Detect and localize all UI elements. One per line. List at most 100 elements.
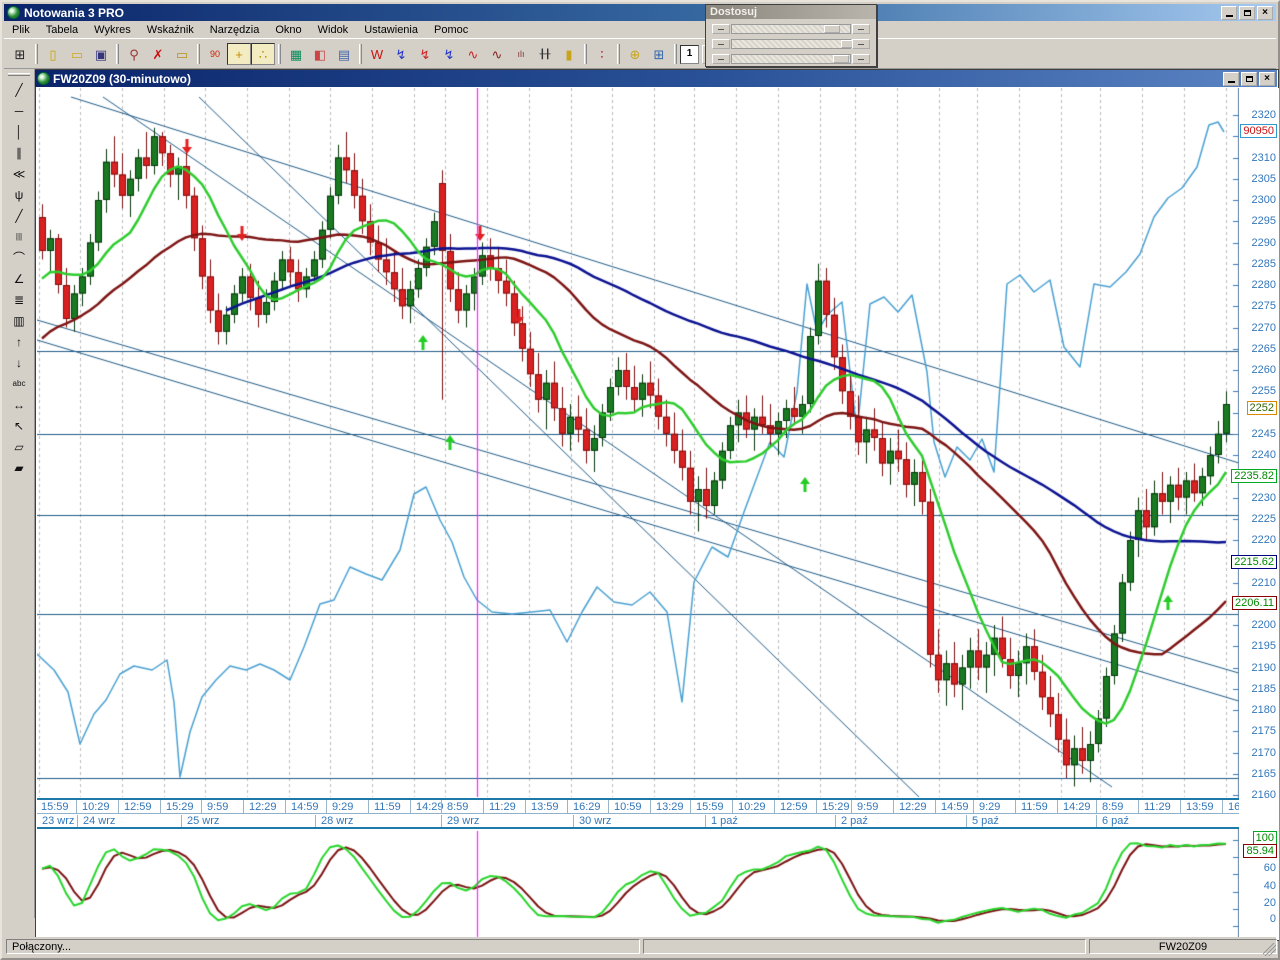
gann-fan-tool[interactable]: ∠ (7, 268, 31, 289)
ruler-button[interactable]: ▭ (170, 43, 194, 65)
price-tick-label: 2200 (1251, 619, 1276, 631)
eraser-tool[interactable]: ▱ (7, 436, 31, 457)
resize-grip[interactable] (1263, 943, 1276, 956)
vertical-line-tool[interactable]: │ (7, 121, 31, 142)
app-titlebar[interactable]: Notowania 3 PRO × (4, 4, 1276, 21)
fib-timezones-tool[interactable]: ▥ (7, 310, 31, 331)
time-axis-label: 15:59 (41, 801, 69, 813)
slider-track[interactable] (731, 38, 857, 49)
price-tick-label: 2265 (1251, 342, 1276, 355)
open-button[interactable]: ▭ (65, 43, 89, 65)
bar-chart-button[interactable]: ılı (509, 43, 533, 65)
expand-horizontal-tool[interactable]: ↔ (7, 394, 31, 415)
chart-restore-button[interactable] (1241, 71, 1257, 86)
slider-track[interactable] (731, 53, 851, 64)
page-1-button[interactable]: 1 (680, 44, 699, 64)
delete-button[interactable]: ✗ (146, 43, 170, 65)
vertical-channel-tool[interactable]: ||| (7, 226, 31, 247)
add-chart-button[interactable]: ⊞ (647, 43, 671, 65)
slider-left-button[interactable] (712, 23, 730, 34)
menu-item-plik[interactable]: Plik (4, 22, 38, 38)
zigzag-blue-button[interactable]: ↯ (389, 43, 413, 65)
time-axis-label: 10:59 (614, 801, 642, 813)
wl-indicator-button[interactable]: W (365, 43, 389, 65)
dots-mode-button[interactable]: ∴ (251, 43, 275, 65)
time-axis: 15:59 10:29 12:59 15:29 9:59 12:29 14:59 9:29 11… (37, 798, 1256, 829)
parallel-lines-tool[interactable]: ∥ (7, 142, 31, 163)
fib-retracement-tool[interactable]: ≣ (7, 289, 31, 310)
crosshair-mode-button[interactable]: + (227, 43, 251, 65)
chart-close-button[interactable]: × (1259, 71, 1275, 86)
time-axis-label: 12:29 (899, 801, 927, 813)
eraser-filled-tool[interactable]: ▰ (7, 457, 31, 478)
minimize-button[interactable] (1221, 5, 1237, 20)
values-button[interactable]: 90 (203, 43, 227, 65)
dostosuj-slider-row (711, 38, 871, 49)
menu-item-tabela[interactable]: Tabela (38, 22, 86, 38)
zigzag-red-button[interactable]: ↯ (413, 43, 437, 65)
menu-item-wykres[interactable]: Wykres (86, 22, 139, 38)
price-box-2206.11: 2206.11 (1232, 596, 1277, 610)
dostosuj-palette[interactable]: Dostosuj (705, 4, 877, 67)
price-box-2215.62: 2215.62 (1231, 555, 1277, 569)
toolbar-grip[interactable] (8, 73, 30, 76)
price-tick-label: 2280 (1251, 279, 1276, 291)
ray-tool[interactable]: ╱ (7, 205, 31, 226)
menu-item-okno[interactable]: Okno (267, 22, 309, 38)
candle-chart-button[interactable]: ▮ (557, 43, 581, 65)
menu-item-ustawienia[interactable]: Ustawienia (356, 22, 426, 38)
dostosuj-title[interactable]: Dostosuj (706, 5, 876, 19)
menu-item-pomoc[interactable]: Pomoc (426, 22, 476, 38)
fib-arcs-tool[interactable]: ⌒ (7, 247, 31, 268)
slider-thumb[interactable] (824, 24, 841, 33)
time-axis-label: 9:29 (979, 801, 1001, 813)
window-grid-button[interactable]: ⊞ (8, 43, 32, 65)
pitchfork-tool[interactable]: ψ (7, 184, 31, 205)
pointer-tool[interactable]: ↖ (7, 415, 31, 436)
line-chart-button[interactable]: ∿ (485, 43, 509, 65)
signal-dots-button[interactable]: ∶ (590, 43, 614, 65)
slider-right-button[interactable] (852, 38, 870, 49)
chart-window-titlebar[interactable]: FW20Z09 (30-minutowo) × (35, 70, 1277, 87)
date-axis-label: 24 wrz (83, 815, 116, 827)
zoom-button[interactable]: ⚲ (122, 43, 146, 65)
slider-left-button[interactable] (712, 53, 730, 64)
price-tick-label: 2285 (1251, 257, 1276, 270)
add-point-button[interactable]: ⊕ (623, 43, 647, 65)
menu-item-widok[interactable]: Widok (310, 22, 357, 38)
slider-track[interactable] (731, 23, 851, 34)
arrow-down-tool[interactable]: ↓ (7, 352, 31, 373)
text-tool[interactable]: abc (7, 373, 31, 394)
slider-right-button[interactable] (852, 53, 870, 64)
ohlc-chart-button[interactable]: ╂╂ (533, 43, 557, 65)
menu-item-narzędzia[interactable]: Narzędzia (202, 22, 268, 38)
trend-line-tool[interactable]: ╱ (7, 79, 31, 100)
zigzag-blue2-button[interactable]: ↯ (437, 43, 461, 65)
time-axis-separator (441, 800, 442, 813)
time-axis-label: 13:29 (656, 801, 684, 813)
close-button[interactable]: × (1257, 5, 1273, 20)
horizontal-line-tool[interactable]: ─ (7, 100, 31, 121)
price-tick-label: 2295 (1251, 215, 1276, 228)
time-axis-separator (243, 800, 244, 813)
fan-lines-tool[interactable]: ≪ (7, 163, 31, 184)
new-chart-button[interactable]: ▯ (41, 43, 65, 65)
slider-thumb[interactable] (833, 54, 850, 63)
slider-left-button[interactable] (712, 38, 730, 49)
menu-item-wskaźnik[interactable]: Wskaźnik (139, 22, 202, 38)
price-tick-label: 2165 (1251, 767, 1276, 780)
restore-button[interactable] (1239, 5, 1255, 20)
time-axis-separator (851, 800, 852, 813)
slider-right-button[interactable] (852, 23, 870, 34)
zigzag-line-button[interactable]: ∿ (461, 43, 485, 65)
time-axis-separator (732, 800, 733, 813)
chart-minimize-button[interactable] (1223, 71, 1239, 86)
save-button[interactable]: ▣ (89, 43, 113, 65)
arrow-up-tool[interactable]: ↑ (7, 331, 31, 352)
colored-list-button[interactable]: ▤ (332, 43, 356, 65)
toolbar-separator (617, 44, 620, 64)
date-axis-label: 23 wrz (42, 815, 75, 827)
time-axis-label: 13:59 (1186, 801, 1214, 813)
quotes-table-button[interactable]: ▦ (284, 43, 308, 65)
panel-layout-button[interactable]: ◧ (308, 43, 332, 65)
